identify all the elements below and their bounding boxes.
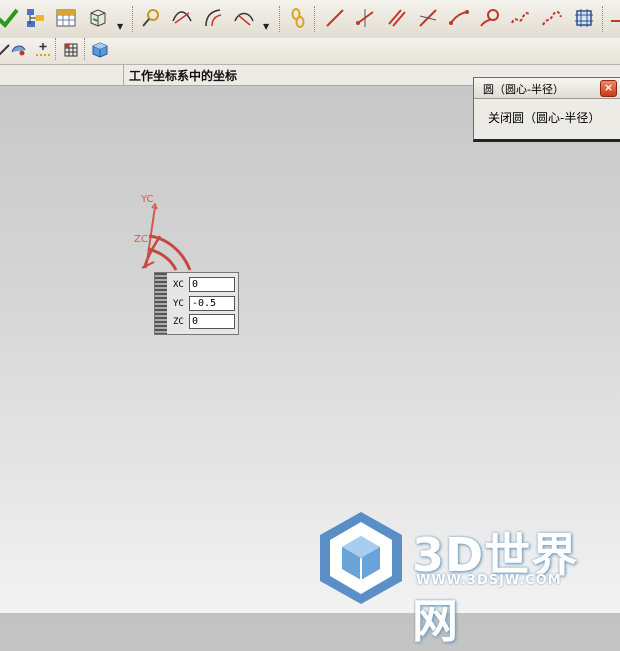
line-points-icon[interactable] xyxy=(354,5,378,31)
assembly-tree-icon[interactable] xyxy=(24,5,48,31)
dialog-title: 圆（圆心-半径） xyxy=(483,83,564,96)
chevron-down-icon[interactable]: ▼ xyxy=(263,22,269,31)
spline-points-icon[interactable] xyxy=(540,5,564,31)
circle-dialog: 圆（圆心-半径） × 关闭圆（圆心-半径） xyxy=(473,77,620,142)
xc-input[interactable]: 0 xyxy=(189,277,235,292)
cross-lines-icon[interactable] xyxy=(416,5,440,31)
arc-inner xyxy=(147,247,178,271)
secondary-toolbar xyxy=(0,38,620,65)
toolbar-separator xyxy=(132,6,135,32)
spline-icon[interactable] xyxy=(509,5,533,31)
point-set-icon[interactable] xyxy=(33,40,53,60)
main-toolbar: ▼ ▼ xyxy=(0,0,620,39)
yc-input[interactable]: -0.5 xyxy=(189,296,235,311)
xc-label: XC xyxy=(173,279,184,290)
zc-row: ZC 0 xyxy=(173,314,235,329)
inspect-icon[interactable] xyxy=(139,5,163,31)
point-icon[interactable] xyxy=(9,40,29,60)
parallel-lines-icon[interactable] xyxy=(385,5,409,31)
toolbar-separator xyxy=(55,38,58,60)
cue-text: 工作坐标系中的坐标 xyxy=(129,69,238,83)
zc-input[interactable]: 0 xyxy=(189,314,235,329)
yc-label: YC xyxy=(173,298,184,309)
curve-tool-a-icon[interactable] xyxy=(170,5,194,31)
toolbar-separator xyxy=(602,6,605,32)
orient-view-icon[interactable] xyxy=(86,5,110,31)
chevron-down-icon[interactable]: ▼ xyxy=(117,22,123,31)
toolbar-separator xyxy=(279,6,282,32)
close-circle-option[interactable]: 关闭圆（圆心-半径） xyxy=(488,109,600,126)
watermark-logo-icon xyxy=(320,512,402,604)
rectangle-grid-icon[interactable] xyxy=(572,5,596,31)
toolbar-separator xyxy=(314,6,317,32)
coordinate-panel: XC 0 YC -0.5 ZC 0 xyxy=(154,272,239,335)
arc-outer xyxy=(148,234,192,271)
watermark-url: WWW.3DSJW.COM xyxy=(416,573,562,588)
circle-curve-icon[interactable] xyxy=(478,5,502,31)
toolbar-separator xyxy=(84,38,87,60)
chain-link-icon[interactable] xyxy=(286,5,310,31)
checkmark-icon[interactable] xyxy=(0,5,20,31)
yc-axis-label: YC xyxy=(141,194,154,205)
axis-triad xyxy=(141,202,192,271)
xc-row: XC 0 xyxy=(173,277,235,292)
dialog-title-bar[interactable]: 圆（圆心-半径） × xyxy=(474,78,620,99)
drag-handle[interactable] xyxy=(155,273,167,334)
line-icon[interactable] xyxy=(323,5,347,31)
line-icon[interactable] xyxy=(608,5,620,31)
zc-axis-label: ZC xyxy=(134,234,148,245)
table-icon[interactable] xyxy=(54,5,78,31)
cue-line-left-pane xyxy=(0,65,124,85)
cube-icon[interactable] xyxy=(90,40,110,60)
zc-label: ZC xyxy=(173,316,184,327)
arc-icon[interactable] xyxy=(447,5,471,31)
xc-axis-stub xyxy=(141,261,155,269)
grid-icon[interactable] xyxy=(61,40,81,60)
curve-tool-b-icon[interactable] xyxy=(201,5,225,31)
yc-row: YC -0.5 xyxy=(173,296,235,311)
close-button[interactable]: × xyxy=(600,80,617,97)
curve-tool-c-icon[interactable] xyxy=(232,5,256,31)
